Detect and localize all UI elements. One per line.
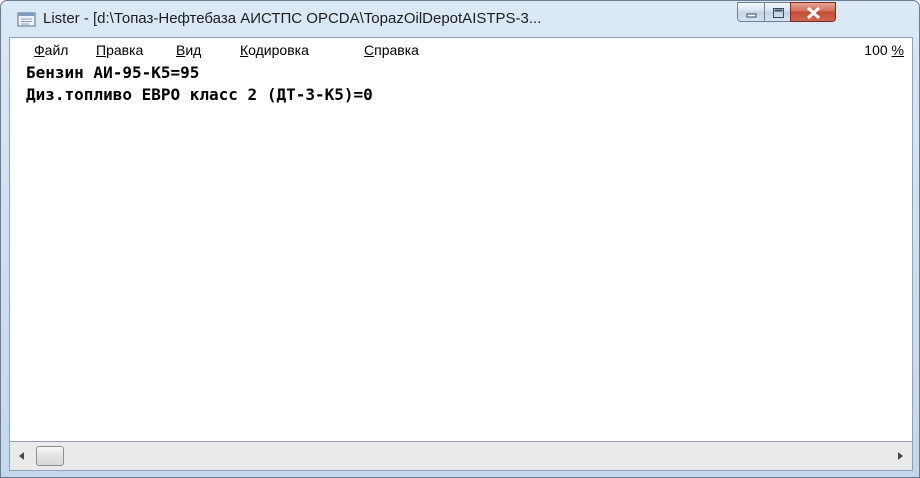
menu-help-label: правка <box>374 42 419 58</box>
window-bottom-edge <box>9 471 913 478</box>
scroll-right-button[interactable] <box>888 442 912 470</box>
menu-edit-label: равка <box>106 42 144 58</box>
menu-file-label: айл <box>44 42 69 58</box>
text-line: Бензин АИ-95-К5=95 <box>26 63 200 82</box>
menu-help-accelerator: С <box>364 42 375 58</box>
maximize-button[interactable] <box>764 2 791 22</box>
menu-view-label: ид <box>185 42 202 58</box>
horizontal-scrollbar[interactable] <box>9 441 913 471</box>
menu-file[interactable]: Файл <box>34 41 68 59</box>
document-viewer-icon[interactable] <box>17 12 37 28</box>
menu-edit-accelerator: П <box>96 42 107 58</box>
scrollbar-thumb[interactable] <box>36 446 64 466</box>
menu-edit[interactable]: Правка <box>96 41 143 59</box>
scroll-left-button[interactable] <box>10 442 34 470</box>
menu-encoding[interactable]: Кодировка <box>240 41 309 59</box>
text-viewer[interactable]: Бензин АИ-95-К5=95 Диз.топливо ЕВРО клас… <box>9 61 913 441</box>
menu-view-accelerator: В <box>176 42 186 58</box>
menu-help[interactable]: Справка <box>364 41 419 59</box>
lister-window: Lister - [d:\Топаз-Нефтебаза АИСТПС OPCD… <box>0 0 920 478</box>
zoom-value: 100 <box>864 42 892 58</box>
window-title: Lister - [d:\Топаз-Нефтебаза АИСТПС OPCD… <box>43 10 542 27</box>
close-button[interactable] <box>790 2 836 22</box>
minimize-button[interactable] <box>737 2 765 22</box>
menu-view[interactable]: Вид <box>176 41 201 59</box>
menu-file-accelerator: Ф <box>34 42 45 58</box>
text-line: Диз.топливо ЕВРО класс 2 (ДТ-3-К5)=0 <box>26 85 373 104</box>
menu-encoding-label: одировка <box>248 42 309 58</box>
menu-bar: Файл Правка Вид Кодировка Справка 100 % <box>9 37 913 61</box>
menu-encoding-accelerator: К <box>240 42 249 58</box>
zoom-indicator[interactable]: 100 % <box>864 41 904 59</box>
zoom-percent: % <box>891 42 904 58</box>
title-bar[interactable]: Lister - [d:\Топаз-Нефтебаза АИСТПС OPCD… <box>1 1 919 37</box>
